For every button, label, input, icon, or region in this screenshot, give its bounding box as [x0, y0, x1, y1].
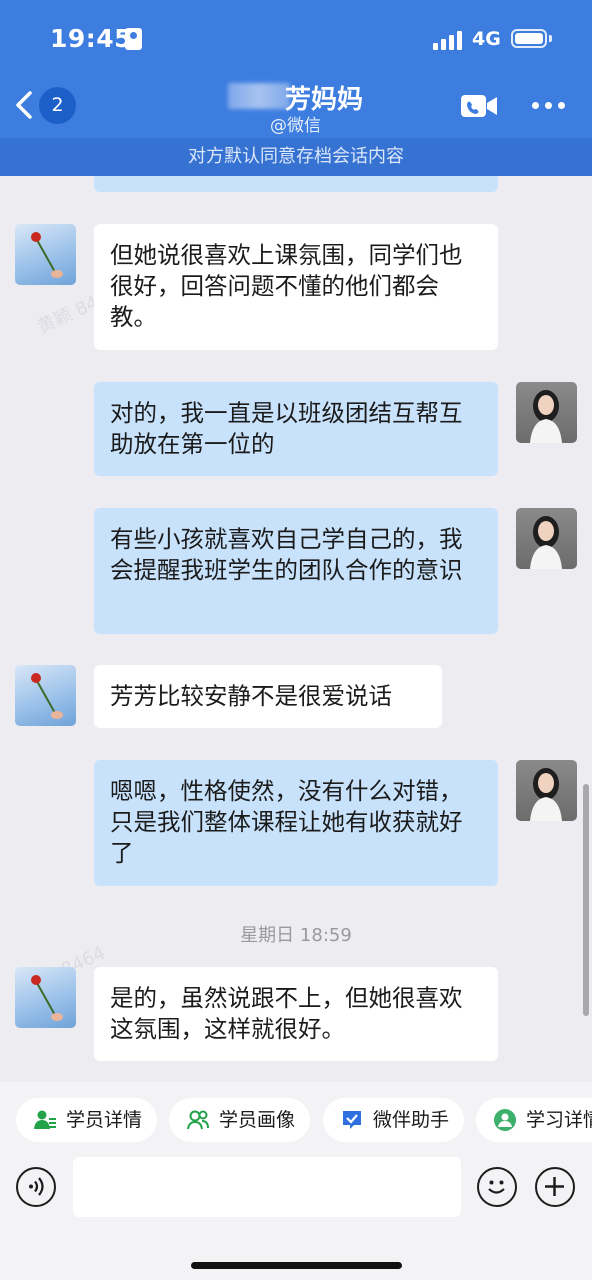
- voice-input-button[interactable]: [16, 1167, 56, 1207]
- student-profile-icon: [187, 1110, 209, 1130]
- contact-avatar[interactable]: [15, 665, 76, 726]
- assistant-check-icon: [343, 1111, 361, 1129]
- plus-icon: [545, 1177, 564, 1196]
- message-bubble[interactable]: 嗯嗯，性格使然，没有什么对错，只是我们整体课程让她有收获就好了: [94, 760, 498, 886]
- voice-icon: [29, 1177, 44, 1196]
- learning-details-icon: [494, 1109, 516, 1131]
- chip-label: 学员详情: [66, 1109, 143, 1131]
- message-timestamp: 星期日 18:59: [240, 925, 352, 946]
- chip-label: 学习详情: [526, 1109, 592, 1131]
- contact-avatar[interactable]: [15, 224, 76, 285]
- teacher-avatar-icon: [530, 390, 562, 443]
- archive-notice: 对方默认同意存档会话内容: [0, 138, 592, 176]
- message-bubble-partial[interactable]: [94, 176, 498, 192]
- chat-area[interactable]: 黄颖 8464 黄颖 8464 黄颖 8464 但她说很喜欢上课氛围，同学们也很…: [0, 176, 592, 1082]
- chip-student-profile[interactable]: 学员画像: [169, 1098, 310, 1142]
- rose-avatar-icon: [31, 975, 63, 1021]
- message-input[interactable]: [73, 1157, 461, 1217]
- chip-learning-details[interactable]: 学习详情: [476, 1098, 592, 1142]
- emoji-button[interactable]: [477, 1167, 517, 1207]
- title-blur-mask: [228, 83, 290, 109]
- quick-action-chips: 学员详情 学员画像 微伴助手 学习详情: [16, 1098, 592, 1142]
- message-bubble[interactable]: 是的，虽然说跟不上，但她很喜欢这氛围，这样就很好。: [94, 967, 498, 1061]
- teacher-avatar-icon: [530, 768, 562, 821]
- unread-badge[interactable]: 2: [39, 87, 76, 124]
- network-type: 4G: [472, 28, 501, 50]
- signal-icon: [433, 30, 463, 50]
- video-call-icon[interactable]: [460, 94, 498, 118]
- rose-avatar-icon: [31, 673, 63, 719]
- home-indicator[interactable]: [191, 1262, 402, 1269]
- rose-avatar-icon: [31, 232, 63, 278]
- user-avatar[interactable]: [516, 508, 577, 569]
- battery-tip: [549, 35, 552, 42]
- message-bubble[interactable]: 对的，我一直是以班级团结互帮互助放在第一位的: [94, 382, 498, 476]
- chip-weiban-assistant[interactable]: 微伴助手: [323, 1098, 464, 1142]
- contact-avatar[interactable]: [15, 967, 76, 1028]
- message-bubble[interactable]: 但她说很喜欢上课氛围，同学们也很好，回答问题不懂的他们都会教。: [94, 224, 498, 350]
- status-time: 19:45: [50, 24, 133, 53]
- smiley-icon: [488, 1180, 505, 1194]
- status-bar: 19:45 4G: [0, 22, 592, 58]
- user-avatar[interactable]: [516, 760, 577, 821]
- back-chevron-icon[interactable]: [12, 90, 40, 120]
- chip-student-details[interactable]: 学员详情: [16, 1098, 157, 1142]
- chat-scrollbar[interactable]: [583, 784, 589, 1016]
- more-functions-button[interactable]: [535, 1167, 575, 1207]
- bottom-toolbar: 学员详情 学员画像 微伴助手 学习详情: [0, 1082, 592, 1280]
- student-details-icon: [34, 1110, 56, 1129]
- contact-source: @微信: [270, 116, 321, 136]
- teacher-avatar-icon: [530, 516, 562, 569]
- message-bubble[interactable]: 有些小孩就喜欢自己学自己的，我会提醒我班学生的团队合作的意识: [94, 508, 498, 634]
- sim-card-icon: [125, 28, 142, 50]
- input-row: [0, 1155, 592, 1217]
- user-avatar[interactable]: [516, 382, 577, 443]
- chat-header: 19:45 4G 2 芳妈妈 @微信 对方默认同意存档会话内容: [0, 0, 592, 176]
- chip-label: 微伴助手: [373, 1109, 450, 1131]
- battery-icon: [511, 29, 547, 48]
- more-options-icon[interactable]: [532, 102, 566, 110]
- message-bubble[interactable]: 芳芳比较安静不是很爱说话: [94, 665, 442, 728]
- chip-label: 学员画像: [219, 1109, 296, 1131]
